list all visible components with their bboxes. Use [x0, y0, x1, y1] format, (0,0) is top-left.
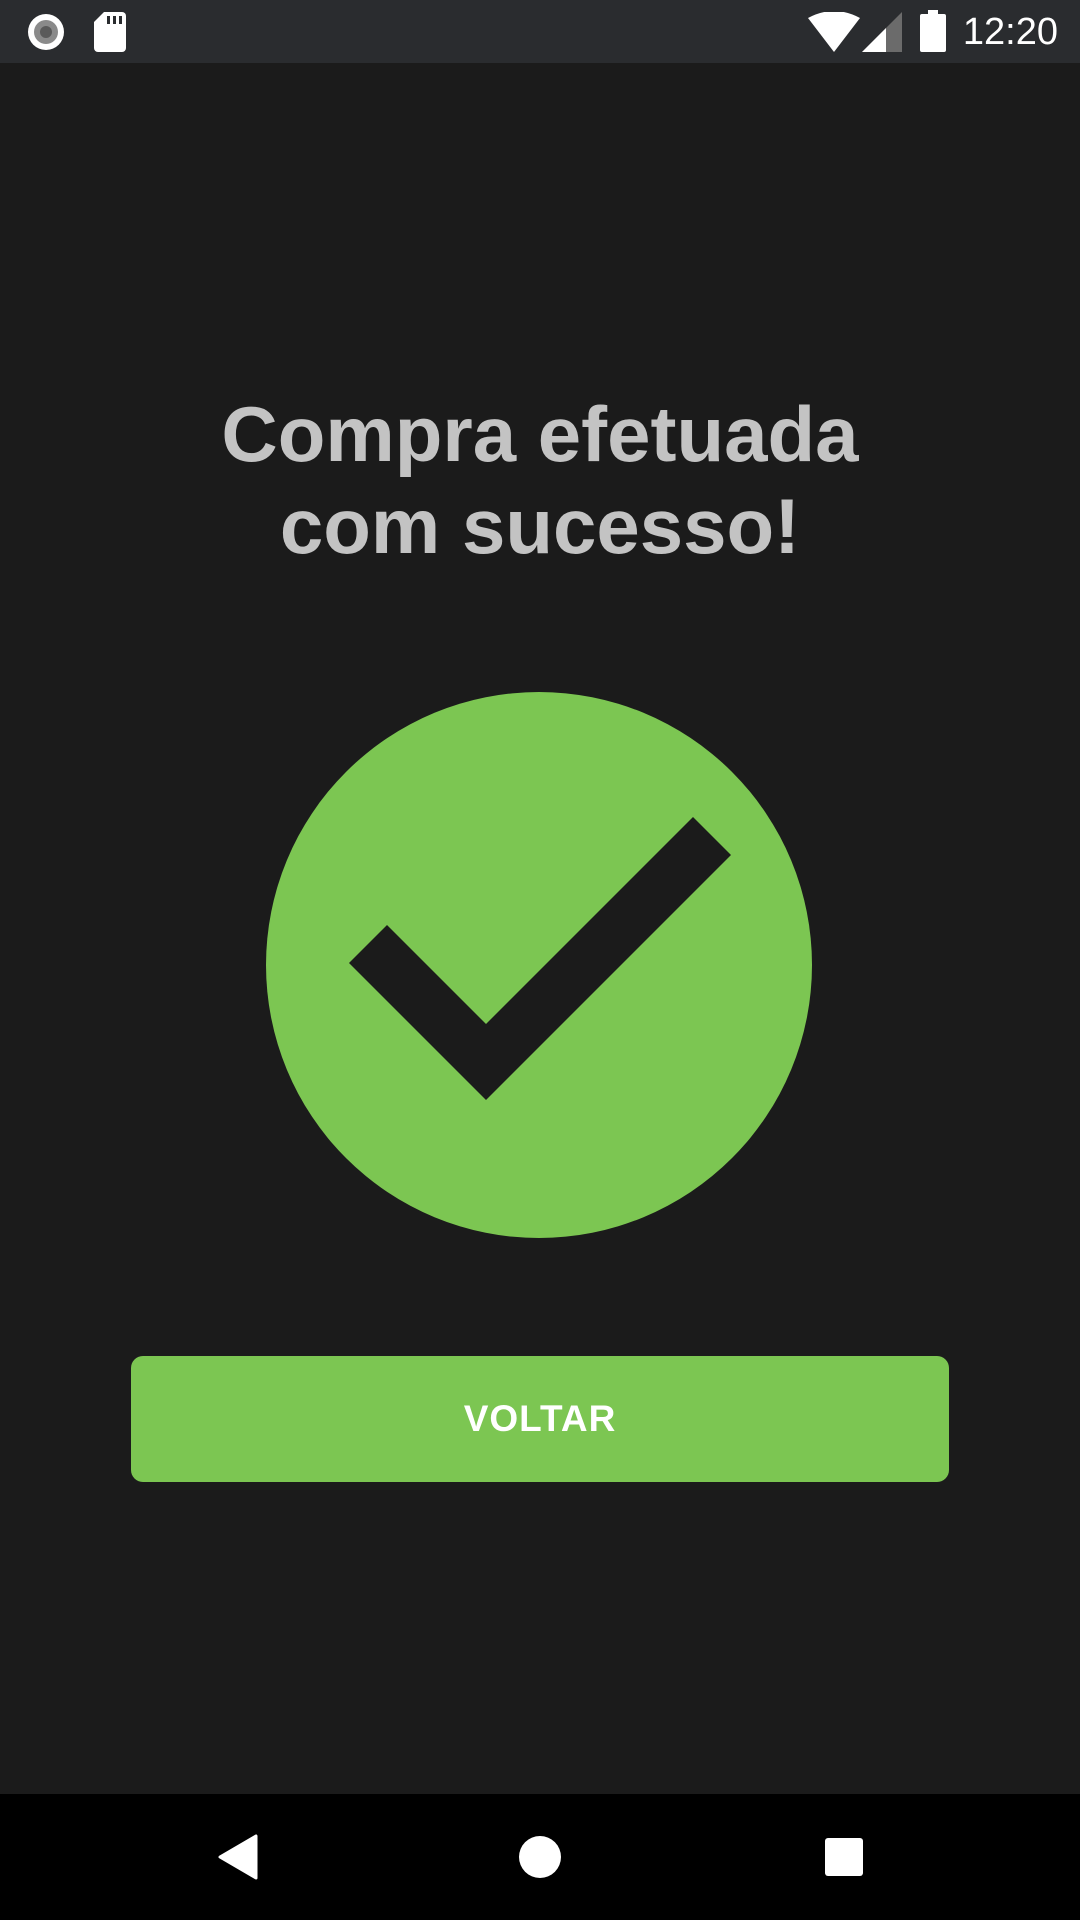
- home-icon: [519, 1836, 561, 1878]
- record-icon: [28, 14, 64, 50]
- navigation-bar: [0, 1794, 1080, 1920]
- recents-icon: [825, 1838, 863, 1876]
- purchase-success-screen: 12:20 Compra efetuada com sucesso! VOLTA…: [0, 0, 1080, 1920]
- check-circle-icon: [266, 692, 812, 1238]
- wifi-icon: [808, 12, 860, 52]
- nav-home-button[interactable]: [480, 1794, 600, 1920]
- nav-recents-button[interactable]: [784, 1794, 904, 1920]
- back-icon: [218, 1834, 258, 1880]
- sd-card-icon: [94, 12, 126, 52]
- checkmark-icon: [349, 817, 731, 1100]
- battery-icon: [920, 10, 946, 52]
- title-line-2: com sucesso!: [279, 482, 801, 570]
- status-time: 12:20: [962, 11, 1058, 53]
- cell-signal-icon: [862, 12, 902, 52]
- nav-back-button[interactable]: [178, 1794, 298, 1920]
- title-line-1: Compra efetuada: [221, 390, 859, 478]
- status-bar: 12:20: [0, 0, 1080, 63]
- page-title: Compra efetuada com sucesso!: [140, 388, 940, 572]
- voltar-button[interactable]: VOLTAR: [131, 1356, 949, 1482]
